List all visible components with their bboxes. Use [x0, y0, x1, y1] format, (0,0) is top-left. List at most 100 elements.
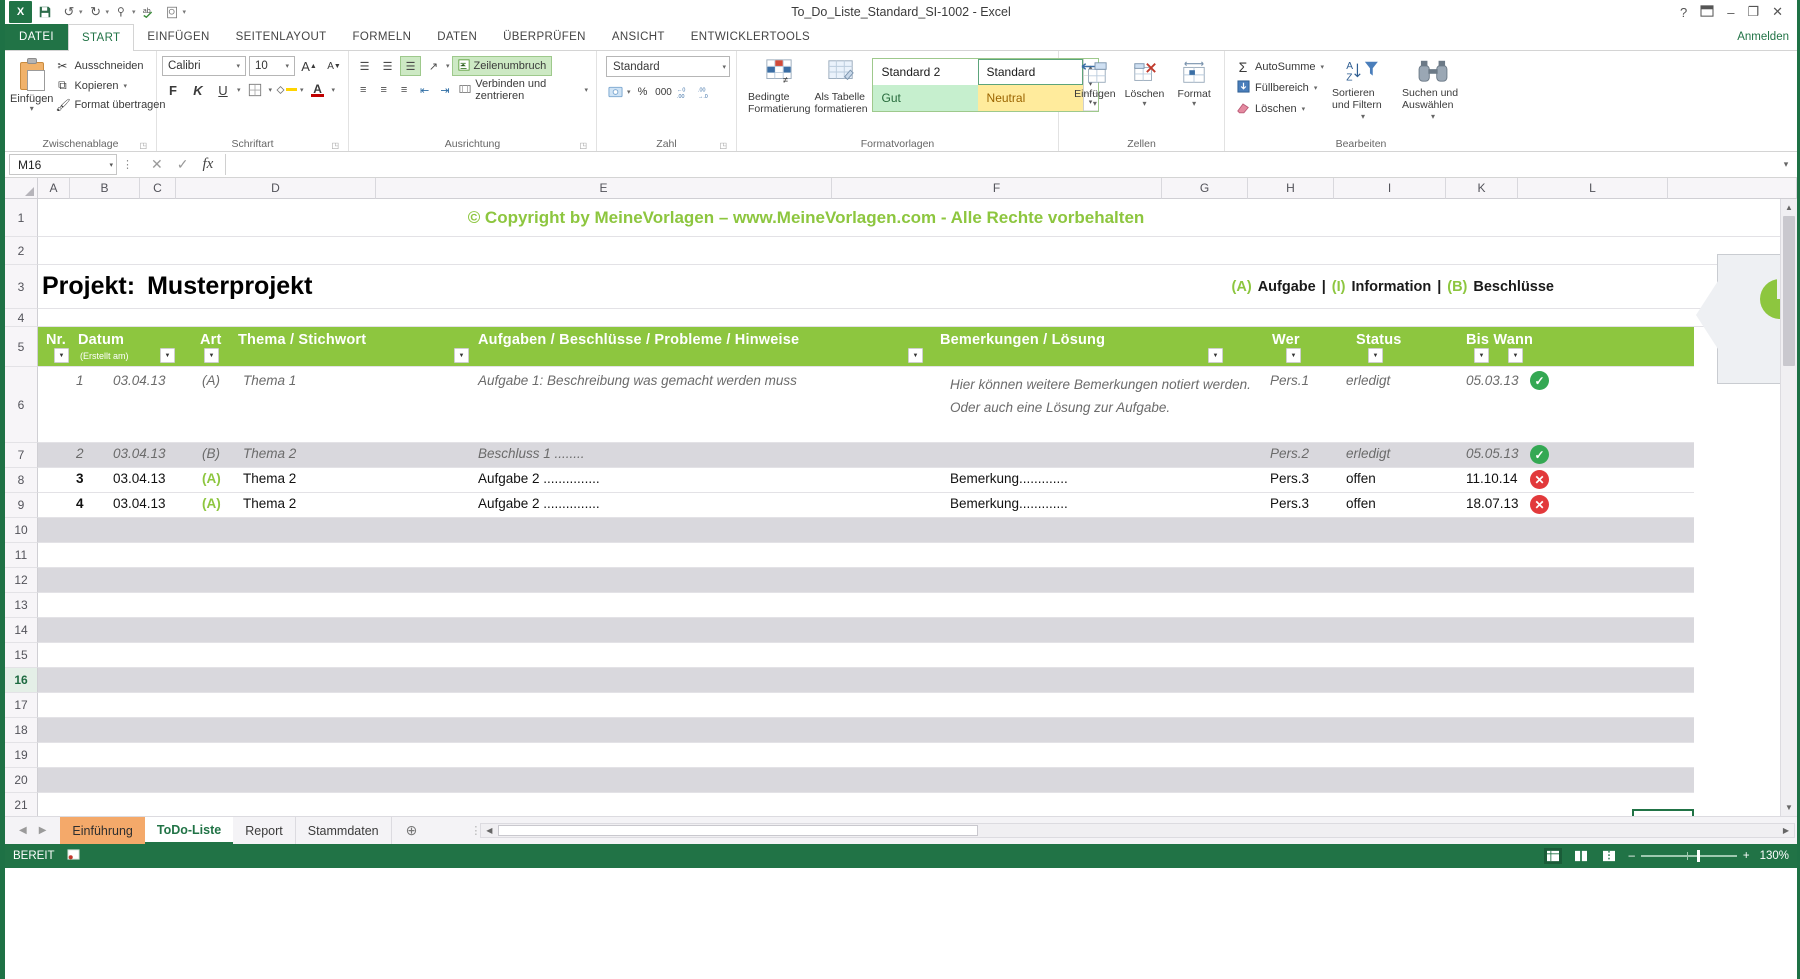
- column-header-e[interactable]: E: [376, 178, 832, 199]
- horizontal-scroll-thumb[interactable]: [498, 825, 978, 836]
- split-handle[interactable]: ⋮: [471, 824, 480, 837]
- row-header-10[interactable]: 10: [5, 518, 38, 543]
- tab-entwicklertools[interactable]: ENTWICKLERTOOLS: [678, 24, 823, 50]
- column-header-m[interactable]: [1668, 178, 1797, 199]
- sort-filter-caret[interactable]: ▾: [1361, 111, 1365, 123]
- wrap-text-button[interactable]: Zeilenumbruch: [452, 56, 553, 76]
- underline-button[interactable]: U: [212, 80, 234, 100]
- decrease-decimal-icon[interactable]: .00→.0: [697, 82, 715, 102]
- font-family-caret[interactable]: ▾: [233, 62, 243, 70]
- format-cells-button[interactable]: Format ▾: [1169, 56, 1219, 107]
- currency-caret[interactable]: ▾: [627, 88, 631, 96]
- page-break-icon[interactable]: [1600, 848, 1618, 864]
- row-header-5[interactable]: 5: [5, 327, 38, 367]
- sheet-row-20[interactable]: [38, 768, 1694, 793]
- copy-dropdown-caret[interactable]: ▾: [123, 82, 127, 90]
- row-header-13[interactable]: 13: [5, 593, 38, 618]
- row-header-2[interactable]: 2: [5, 237, 38, 265]
- cell-style-standard2[interactable]: Standard 2: [873, 59, 978, 85]
- sheet-row-11[interactable]: [38, 543, 1694, 568]
- orientation-caret[interactable]: ▾: [446, 62, 450, 70]
- zoom-level[interactable]: 130%: [1760, 850, 1789, 862]
- align-right-icon[interactable]: ≡: [395, 80, 413, 100]
- autosum-button[interactable]: Σ AutoSumme ▾: [1236, 59, 1324, 75]
- column-header-c[interactable]: C: [140, 178, 176, 199]
- font-color-caret[interactable]: ▾: [332, 86, 336, 94]
- tab-datei[interactable]: DATEI: [5, 24, 68, 50]
- italic-button[interactable]: K: [187, 80, 209, 100]
- signin-link[interactable]: Anmelden: [1737, 24, 1797, 50]
- sort-filter-button[interactable]: A Z Sortieren und Filtern ▾: [1332, 56, 1394, 123]
- number-format-combo[interactable]: Standard ▾: [606, 56, 730, 77]
- find-select-caret[interactable]: ▾: [1431, 111, 1435, 123]
- align-left-icon[interactable]: ≡: [354, 80, 372, 100]
- clear-button[interactable]: Löschen ▾: [1236, 101, 1324, 117]
- row-header-12[interactable]: 12: [5, 568, 38, 593]
- column-header-k[interactable]: K: [1446, 178, 1518, 199]
- hscroll-right-arrow[interactable]: ▶: [1778, 824, 1794, 837]
- column-header-i[interactable]: I: [1334, 178, 1446, 199]
- tab-ueberpruefen[interactable]: ÜBERPRÜFEN: [490, 24, 599, 50]
- scroll-up-arrow[interactable]: ▲: [1781, 199, 1797, 216]
- delete-cells-caret[interactable]: ▾: [1143, 100, 1147, 107]
- clipboard-dialog-launcher[interactable]: ◳: [139, 141, 147, 150]
- save-icon[interactable]: [34, 2, 56, 22]
- fill-button[interactable]: Füllbereich ▾: [1236, 80, 1324, 96]
- row-header-8[interactable]: 8: [5, 468, 38, 493]
- filter-button-wer[interactable]: ▼: [1286, 348, 1301, 363]
- normal-view-icon[interactable]: [1544, 848, 1562, 864]
- print-preview-icon[interactable]: [162, 2, 184, 22]
- conditional-formatting-button[interactable]: ≠ Bedingte Formatierung: [748, 56, 810, 115]
- align-center-icon[interactable]: ≡: [374, 80, 392, 100]
- zoom-in-button[interactable]: +: [1743, 850, 1750, 862]
- filter-button-aufgaben[interactable]: ▼: [908, 348, 923, 363]
- redo-dropdown-caret[interactable]: ▾: [106, 8, 110, 16]
- cell-style-gut[interactable]: Gut: [873, 85, 978, 111]
- qat-customize-caret[interactable]: ▾: [183, 8, 187, 16]
- find-select-button[interactable]: Suchen und Auswählen ▾: [1402, 56, 1464, 123]
- insert-cells-button[interactable]: Einfügen ▾: [1070, 56, 1120, 107]
- row-header-9[interactable]: 9: [5, 493, 38, 518]
- column-header-g[interactable]: G: [1162, 178, 1248, 199]
- select-all-button[interactable]: [5, 178, 38, 199]
- increase-decimal-icon[interactable]: ←0.00: [676, 82, 694, 102]
- row-header-14[interactable]: 14: [5, 618, 38, 643]
- align-top-icon[interactable]: ☰: [354, 56, 375, 76]
- zoom-thumb[interactable]: [1697, 850, 1700, 862]
- align-bottom-icon[interactable]: ☰: [400, 56, 421, 76]
- number-format-caret[interactable]: ▾: [722, 63, 726, 71]
- minimize-icon[interactable]: –: [1727, 5, 1734, 20]
- underline-caret[interactable]: ▾: [237, 86, 241, 94]
- insert-cells-caret[interactable]: ▾: [1093, 100, 1097, 107]
- borders-icon[interactable]: [244, 80, 266, 100]
- filter-button-nr[interactable]: ▼: [54, 348, 69, 363]
- format-painter-button[interactable]: 🖌 Format übertragen: [55, 98, 165, 112]
- sheet-tab-stammdaten[interactable]: Stammdaten: [296, 817, 392, 844]
- redo-icon[interactable]: ↻: [85, 2, 107, 22]
- autosum-caret[interactable]: ▾: [1321, 63, 1325, 71]
- ribbon-display-options-icon[interactable]: [1700, 5, 1714, 20]
- font-color-icon[interactable]: A: [307, 80, 329, 100]
- spelling-icon[interactable]: ab: [138, 2, 160, 22]
- name-box[interactable]: M16 ▾: [9, 154, 117, 175]
- sheet-row-17[interactable]: [38, 693, 1694, 718]
- decrease-indent-icon[interactable]: ⇤: [415, 80, 433, 100]
- row-header-18[interactable]: 18: [5, 718, 38, 743]
- increase-font-size-icon[interactable]: A▲: [298, 56, 320, 76]
- hscroll-left-arrow[interactable]: ◀: [481, 824, 497, 837]
- bold-button[interactable]: F: [162, 80, 184, 100]
- row-header-6[interactable]: 6: [5, 367, 38, 443]
- filter-button-status[interactable]: ▼: [1368, 348, 1383, 363]
- filter-button-thema[interactable]: ▼: [454, 348, 469, 363]
- sheet-row-15[interactable]: [38, 643, 1694, 668]
- font-dialog-launcher[interactable]: ◳: [331, 141, 339, 150]
- undo-dropdown-caret[interactable]: ▾: [79, 8, 83, 16]
- table-row[interactable]: 2 03.04.13 (B) Thema 2 Beschluss 1 .....…: [38, 443, 1694, 468]
- filter-button-datum[interactable]: ▼: [160, 348, 175, 363]
- alignment-dialog-launcher[interactable]: ◳: [579, 141, 587, 150]
- table-row[interactable]: 1 03.04.13 (A) Thema 1 Aufgabe 1: Beschr…: [38, 367, 1694, 443]
- tab-daten[interactable]: DATEN: [424, 24, 490, 50]
- row-header-16[interactable]: 16: [5, 668, 38, 693]
- borders-caret[interactable]: ▾: [269, 86, 273, 94]
- record-macro-icon[interactable]: [67, 848, 80, 864]
